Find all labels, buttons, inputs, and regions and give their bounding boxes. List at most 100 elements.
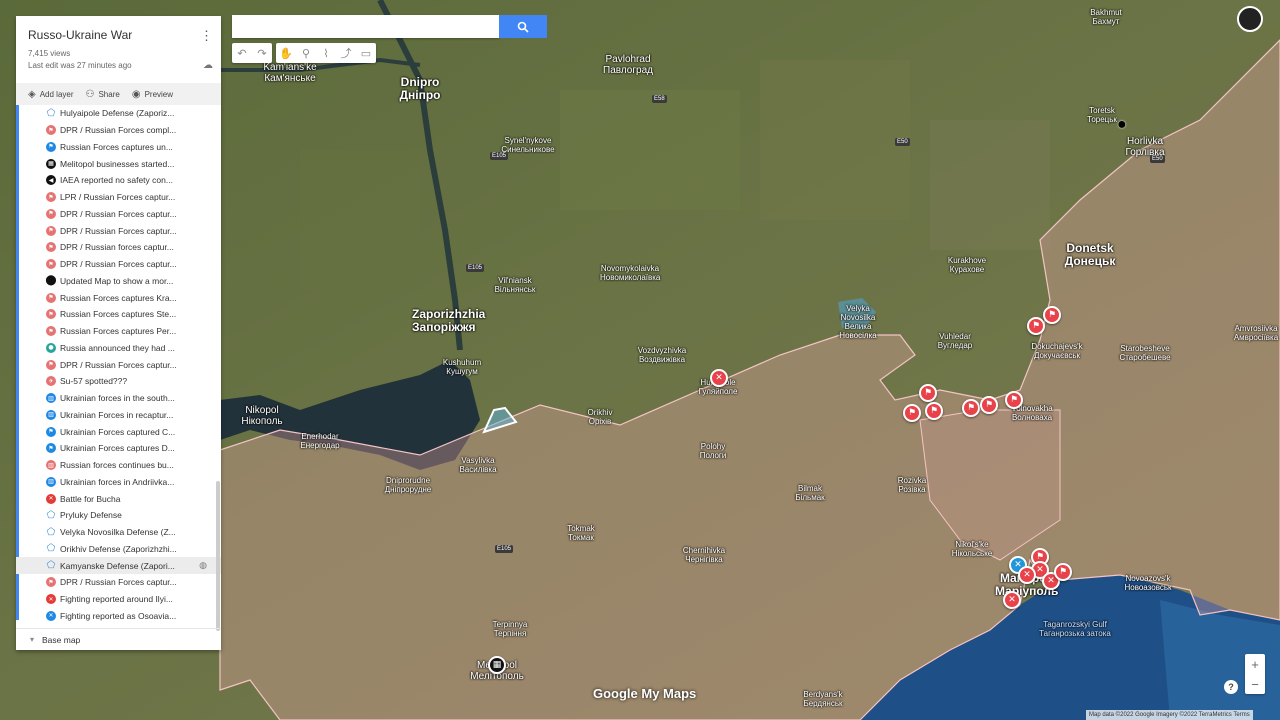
zoom-out-button[interactable]: −: [1245, 674, 1265, 694]
city-label: Kurakhove Курахове: [947, 256, 987, 274]
city-label: Nikopol Нікополь: [241, 405, 283, 427]
list-item[interactable]: ⚑ DPR / Russian Forces captur...: [16, 256, 221, 273]
list-item[interactable]: ✕ Fighting reported around Ilyi...: [16, 591, 221, 608]
fighting-marker[interactable]: ✕: [1003, 591, 1021, 609]
city-label: Chernihivka Чернігівка: [682, 546, 726, 564]
directions-icon[interactable]: ⤴: [336, 43, 356, 63]
flag-icon: ⚑: [46, 577, 56, 588]
flag-marker[interactable]: ⚑: [925, 402, 943, 420]
layer-list-scrollbar[interactable]: [216, 481, 220, 631]
search-button[interactable]: [499, 15, 547, 38]
more-options-icon[interactable]: ⋮: [200, 28, 213, 44]
city-label: Vozdvyzhivka Воздвижівка: [637, 346, 687, 364]
list-item[interactable]: ▦ Melitopol businesses started...: [16, 155, 221, 172]
list-item[interactable]: ⚑ Russian Forces captures un...: [16, 139, 221, 156]
shop-marker[interactable]: ▦: [488, 656, 506, 674]
add-layer-label: Add layer: [39, 89, 74, 99]
city-label: Nikol's'ke Нікольське: [951, 540, 993, 558]
flag-marker[interactable]: ⚑: [919, 384, 937, 402]
list-item-label: Velyka Novosilka Defense (Z...: [60, 527, 176, 538]
hand-icon[interactable]: ✋: [276, 43, 296, 63]
crossed-swords-icon: ✕: [46, 610, 56, 621]
list-item[interactable]: ⬠ Pryluky Defense: [16, 507, 221, 524]
list-item-label: Ukrainian forces in Andriivka...: [60, 476, 175, 487]
polygon-icon: ⬠: [46, 560, 56, 572]
add-layer-button[interactable]: ◈ Add layer: [28, 89, 74, 100]
search-input[interactable]: [232, 15, 499, 38]
redo-icon[interactable]: ↷: [252, 43, 272, 63]
city-label: Vuhledar Вугледар: [937, 332, 973, 350]
list-item-label: DPR / Russian Forces captur...: [60, 359, 177, 370]
list-item[interactable]: ⬠ Velyka Novosilka Defense (Z...: [16, 524, 221, 541]
list-item[interactable]: ● Russia announced they had ...: [16, 340, 221, 357]
city-label: Bakhmut Бахмут: [1090, 8, 1122, 26]
list-item[interactable]: ⚑ DPR / Russian Forces captur...: [16, 222, 221, 239]
list-item[interactable]: ⚑ Russian Forces captures Kra...: [16, 289, 221, 306]
add-marker-icon[interactable]: ⚲: [296, 43, 316, 63]
list-item[interactable]: ⚑ DPR / Russian Forces captur...: [16, 574, 221, 591]
polygon-icon: ⬠: [46, 107, 56, 119]
megaphone-icon: ◀: [46, 175, 56, 186]
polygon-icon: ⬠: [46, 543, 56, 555]
list-item[interactable]: ▥ Ukrainian forces in the south...: [16, 390, 221, 407]
preview-button[interactable]: ◉ Preview: [132, 89, 173, 100]
list-item-label: Battle for Bucha: [60, 493, 121, 504]
road-label: E105: [495, 545, 514, 553]
add-person-icon: ⚇: [85, 88, 95, 100]
ruler-icon[interactable]: ▭: [356, 43, 376, 63]
list-item[interactable]: ⚑ LPR / Russian Forces captur...: [16, 189, 221, 206]
flag-marker[interactable]: ⚑: [903, 404, 921, 422]
flag-marker[interactable]: ⚑: [1027, 317, 1045, 335]
flag-icon: ⚑: [46, 192, 56, 203]
zoom-in-button[interactable]: +: [1245, 654, 1265, 674]
fighting-marker[interactable]: ✕: [710, 369, 728, 387]
flag-marker[interactable]: ⚑: [980, 396, 998, 414]
list-item[interactable]: ⚑ Ukrainian Forces captured C...: [16, 423, 221, 440]
road-label: E50: [1150, 155, 1165, 163]
road-label: E105: [466, 264, 485, 272]
list-item[interactable]: ⚑ Russian Forces captures Per...: [16, 323, 221, 340]
base-map-toggle[interactable]: ▾ Base map: [16, 628, 221, 650]
zoom-control: + −: [1245, 654, 1265, 694]
undo-icon[interactable]: ↶: [232, 43, 252, 63]
list-item[interactable]: ▥ Russian forces continues bu...: [16, 457, 221, 474]
help-icon[interactable]: ?: [1224, 680, 1238, 694]
flag-marker[interactable]: ⚑: [1005, 391, 1023, 409]
pin-marker[interactable]: ●: [1117, 116, 1127, 134]
list-item[interactable]: ✕ Battle for Bucha: [16, 490, 221, 507]
city-label: Novoazovs'k Новоазовськ: [1124, 574, 1172, 592]
list-item[interactable]: ⚑ Ukrainian Forces captures D...: [16, 440, 221, 457]
list-item-label: Russian Forces captures Per...: [60, 326, 177, 337]
road-label: E50: [895, 138, 910, 146]
fighting-marker[interactable]: ✕: [1018, 566, 1036, 584]
list-item-label: Ukrainian Forces captures D...: [60, 443, 175, 454]
list-item[interactable]: ▥ Ukrainian Forces in recaptur...: [16, 407, 221, 424]
draw-line-icon[interactable]: ⌇: [316, 43, 336, 63]
list-item[interactable]: ⚑ DPR / Russian forces captur...: [16, 239, 221, 256]
flag-marker[interactable]: ⚑: [962, 399, 980, 417]
flag-marker[interactable]: ⚑: [1054, 563, 1072, 581]
list-item[interactable]: ✈ Su-57 spotted???: [16, 373, 221, 390]
flag-marker[interactable]: ⚑: [1043, 306, 1061, 324]
map-attribution[interactable]: Map data ©2022 Google Imagery ©2022 Terr…: [1086, 710, 1253, 720]
list-item[interactable]: ⬤ Updated Map to show a mor...: [16, 273, 221, 290]
list-item-label: Ukrainian Forces in recaptur...: [60, 409, 174, 420]
list-item[interactable]: ◀ IAEA reported no safety con...: [16, 172, 221, 189]
flag-icon: ⚑: [46, 259, 56, 270]
list-item[interactable]: ⬠ Orikhiv Defense (Zaporizhzhi...: [16, 541, 221, 558]
list-item[interactable]: ⚑ DPR / Russian Forces captur...: [16, 356, 221, 373]
paint-bucket-icon[interactable]: ◍: [199, 560, 207, 571]
avatar[interactable]: [1237, 6, 1263, 32]
list-item[interactable]: ▥ Ukrainian forces in Andriivka...: [16, 474, 221, 491]
list-item[interactable]: ⬠ Hulyaipole Defense (Zaporiz...: [16, 105, 221, 122]
city-label: Kam'ians'ke Кам'янське: [263, 62, 317, 84]
share-button[interactable]: ⚇ Share: [86, 89, 120, 100]
list-item[interactable]: ⚑ DPR / Russian Forces captur...: [16, 206, 221, 223]
list-item-label: Fighting reported around Ilyi...: [60, 594, 173, 605]
list-item[interactable]: ✕ Fighting reported as Osoavia...: [16, 608, 221, 625]
list-item[interactable]: ⚑ DPR / Russian Forces compl...: [16, 122, 221, 139]
list-item[interactable]: ⬠ Kamyanske Defense (Zapori... ◍: [16, 557, 221, 574]
list-item-label: Pryluky Defense: [60, 510, 122, 521]
list-item[interactable]: ⚑ Russian Forces captures Ste...: [16, 306, 221, 323]
map-title[interactable]: Russo-Ukraine War: [28, 28, 209, 42]
